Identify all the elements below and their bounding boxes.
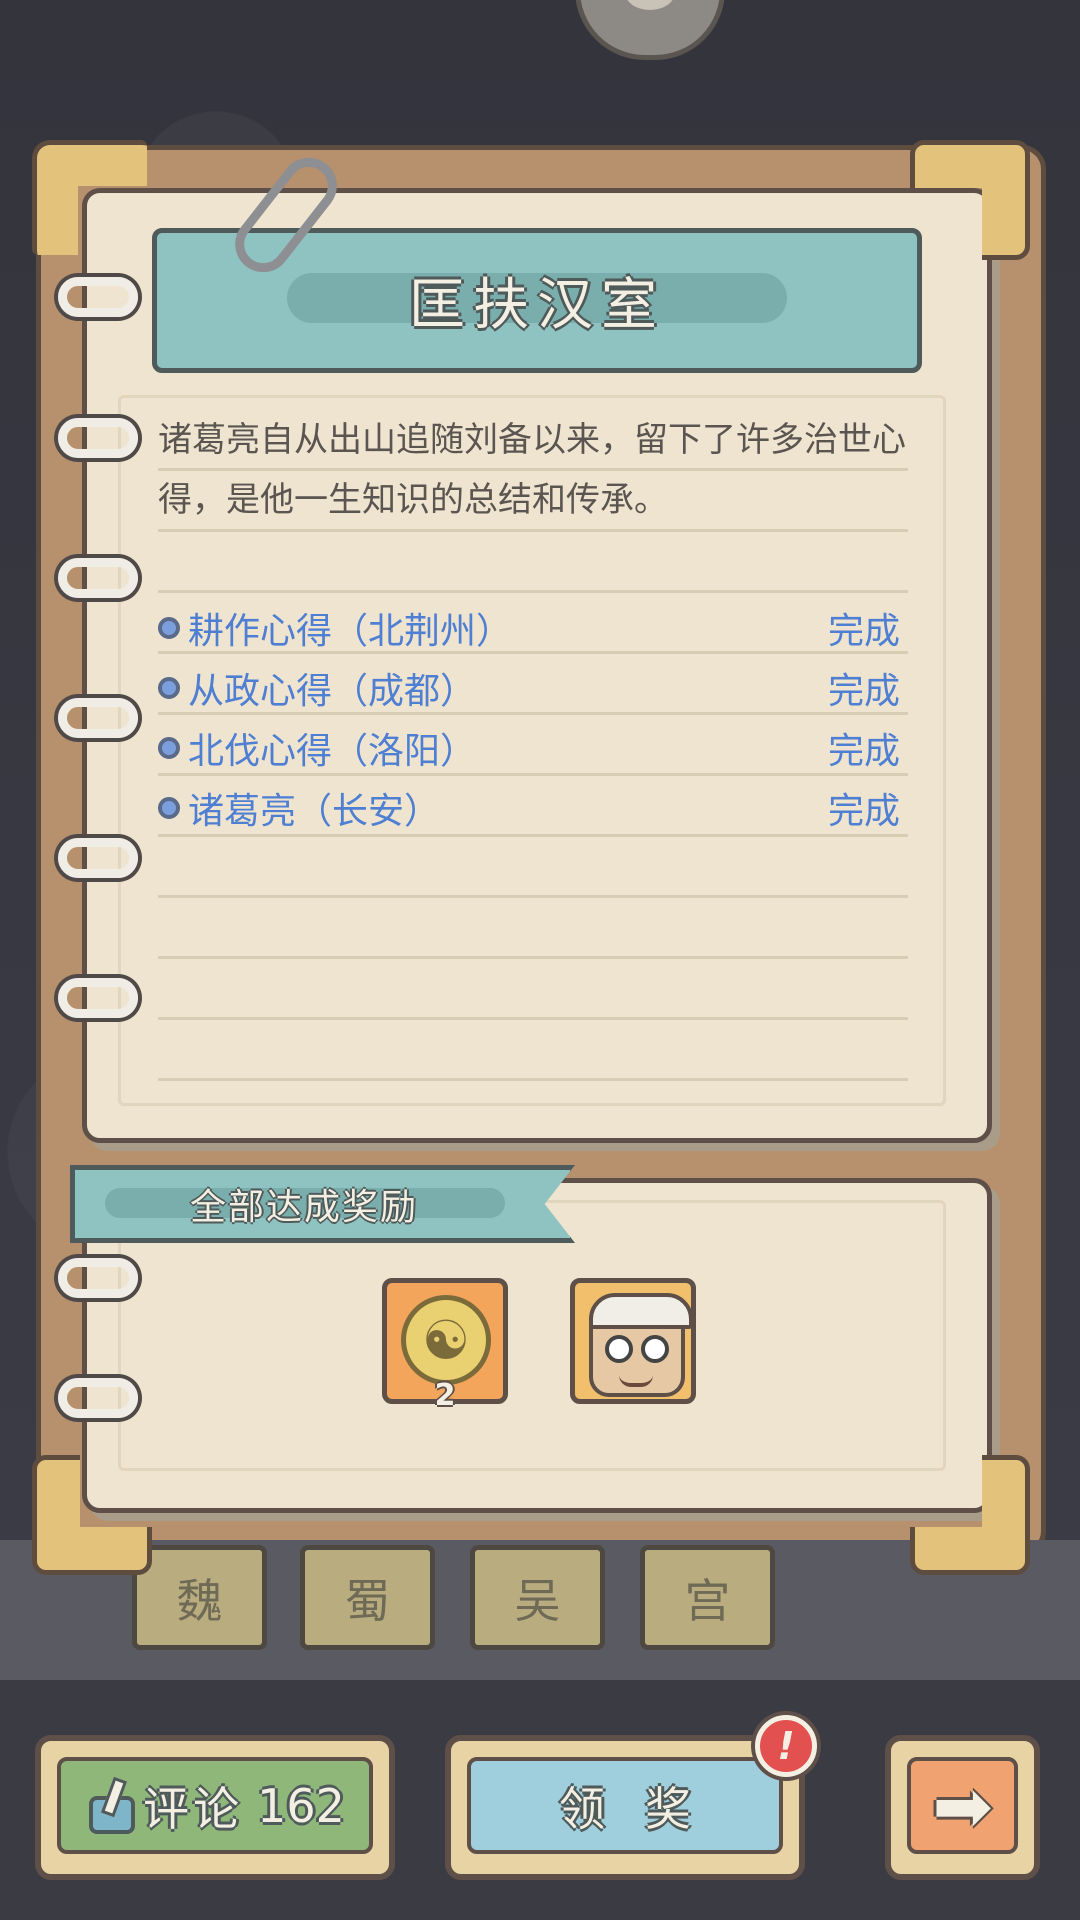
claim-button-face: 领奖 — [467, 1757, 783, 1854]
yin-yang-coin-icon: ☯ — [401, 1295, 491, 1385]
task-status: 完成 — [827, 611, 900, 652]
list-item[interactable]: 北伐心得（洛阳） 完成 — [158, 718, 900, 778]
reward-banner: 全部达成奖励 — [70, 1165, 575, 1243]
comment-button[interactable]: 评论 162 — [35, 1735, 395, 1880]
reward-title: 全部达成奖励 — [190, 1187, 419, 1228]
character-portrait-icon — [589, 1293, 693, 1397]
binder-ring-icon — [58, 1378, 138, 1418]
binder-ring-icon — [58, 1258, 138, 1298]
comment-button-face: 评论 162 — [57, 1757, 373, 1854]
bullet-icon — [158, 737, 180, 759]
shelf-box: 宫 — [640, 1545, 775, 1650]
task-name: 从政心得（成都） — [188, 671, 477, 712]
list-item[interactable]: 诸葛亮（长安） 完成 — [158, 778, 900, 838]
reward-count: 2 — [434, 1378, 456, 1413]
next-button[interactable]: ➡ — [885, 1735, 1040, 1880]
shelf-box: 魏 — [132, 1545, 267, 1650]
binder-ring-icon — [58, 978, 138, 1018]
ink-pen-icon — [85, 1778, 136, 1834]
reward-item-portrait[interactable] — [570, 1278, 696, 1404]
comment-label: 评论 — [143, 1781, 244, 1836]
quest-description: 诸葛亮自从出山追随刘备以来，留下了许多治世心得，是他一生知识的总结和传承。 — [158, 420, 906, 520]
list-item[interactable]: 耕作心得（北荆州） 完成 — [158, 598, 900, 658]
page-title: 匡扶汉室 — [409, 273, 665, 338]
list-item[interactable]: 从政心得（成都） 完成 — [158, 658, 900, 718]
next-button-face: ➡ — [907, 1757, 1018, 1854]
task-list: 耕作心得（北荆州） 完成 从政心得（成都） 完成 北伐心得（洛阳） 完成 诸葛亮… — [158, 598, 900, 838]
shelf-box: 吴 — [470, 1545, 605, 1650]
binder-ring-icon — [58, 418, 138, 458]
task-name: 北伐心得（洛阳） — [188, 731, 477, 772]
reward-item-coin[interactable]: ☯ 2 — [382, 1278, 508, 1413]
task-status: 完成 — [827, 791, 900, 832]
task-name: 诸葛亮（长安） — [188, 791, 441, 832]
binder-ring-icon — [58, 838, 138, 878]
claim-reward-button[interactable]: 领奖 — [445, 1735, 805, 1880]
binder-ring-icon — [58, 558, 138, 598]
arrow-right-icon: ➡ — [932, 1763, 993, 1848]
claim-label: 领奖 — [559, 1781, 731, 1836]
binder-ring-icon — [58, 698, 138, 738]
bullet-icon — [158, 617, 180, 639]
task-status: 完成 — [827, 671, 900, 712]
bullet-icon — [158, 677, 180, 699]
task-status: 完成 — [827, 731, 900, 772]
shelf-box: 蜀 — [300, 1545, 435, 1650]
binder-ring-icon — [58, 277, 138, 317]
task-name: 耕作心得（北荆州） — [188, 611, 513, 652]
bullet-icon — [158, 797, 180, 819]
comment-count: 162 — [257, 1778, 345, 1833]
alert-badge-icon: ! — [755, 1715, 817, 1777]
